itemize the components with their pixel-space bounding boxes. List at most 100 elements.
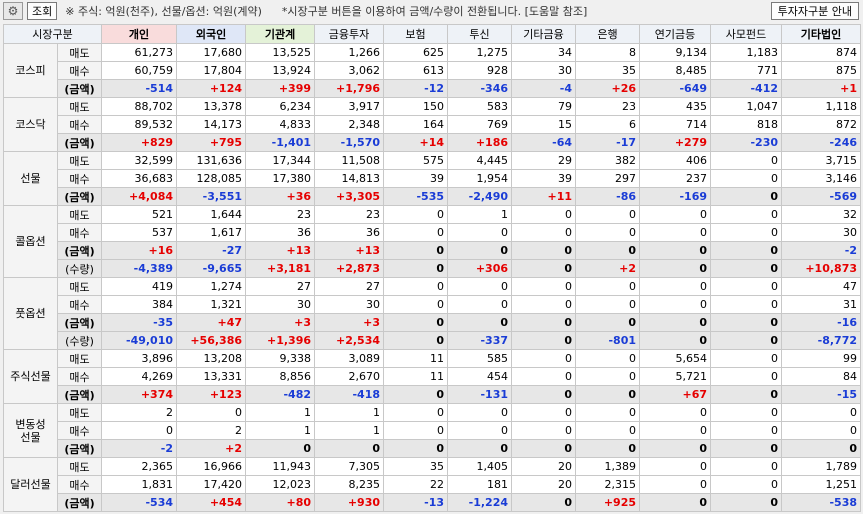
- value-cell: -13: [383, 493, 449, 512]
- table-row: 달러선물 매도 2,365 16,966 11,943 7,305 35 1,405 20 1,3…: [3, 457, 862, 512]
- value-cell: 8,485: [639, 61, 712, 80]
- column-header-bank[interactable]: 은행: [575, 24, 641, 44]
- value-cell: 625: [383, 43, 449, 62]
- value-cell: 0: [710, 385, 783, 404]
- value-cell: 0: [781, 439, 862, 458]
- value-cell: 0: [511, 295, 577, 314]
- value-cell: 613: [383, 61, 449, 80]
- value-cell: -17: [575, 133, 641, 152]
- value-cell: 16,966: [176, 457, 247, 476]
- value-cell: +279: [639, 133, 712, 152]
- market-category-cell[interactable]: 달러선물: [3, 457, 58, 512]
- row-kind-label: 매수: [56, 223, 103, 242]
- value-cell: 0: [447, 403, 513, 422]
- value-cell: 13,378: [176, 97, 247, 116]
- column-header-financial-invest[interactable]: 금융투자: [314, 24, 385, 44]
- table-row: (금액) +16 -27 +13 +13 0 0 0 0 0 0 -2: [4, 241, 862, 260]
- market-category-cell[interactable]: 주식선물: [3, 349, 58, 404]
- value-cell: 15: [511, 115, 577, 134]
- query-button[interactable]: 조회: [27, 2, 58, 20]
- value-cell: 11: [383, 349, 449, 368]
- column-header-trust[interactable]: 투신: [447, 24, 513, 44]
- value-cell: 0: [383, 223, 449, 242]
- value-cell: +795: [176, 133, 247, 152]
- value-cell: +13: [245, 241, 316, 260]
- value-cell: 0: [639, 259, 712, 278]
- column-header-individual[interactable]: 개인: [101, 24, 178, 44]
- table-row: 코스닥 매도 88,702 13,378 6,234 3,917 150 583 79 23 435…: [3, 97, 862, 152]
- value-cell: -12: [383, 79, 449, 98]
- value-cell: +3,181: [245, 259, 316, 278]
- market-category-cell[interactable]: 선물: [3, 151, 58, 206]
- value-cell: 13,208: [176, 349, 247, 368]
- market-category-cell[interactable]: 풋옵션: [3, 277, 58, 350]
- value-cell: -8,772: [781, 331, 862, 350]
- value-cell: 60,759: [101, 61, 178, 80]
- value-cell: 36,683: [101, 169, 178, 188]
- value-cell: 0: [575, 421, 641, 440]
- column-header-insurance[interactable]: 보험: [383, 24, 449, 44]
- value-cell: 0: [781, 421, 862, 440]
- value-cell: 2,315: [575, 475, 641, 494]
- value-cell: -2: [781, 241, 862, 260]
- value-cell: 8: [575, 43, 641, 62]
- column-header-pension[interactable]: 연기금등: [639, 24, 712, 44]
- row-kind-label: 매도: [56, 151, 103, 170]
- value-cell: 0: [639, 439, 712, 458]
- value-cell: 13,331: [176, 367, 247, 386]
- value-cell: 1,389: [575, 457, 641, 476]
- market-category-cell[interactable]: 콜옵션: [3, 205, 58, 278]
- gear-icon[interactable]: ⚙: [3, 2, 23, 20]
- value-cell: 11,508: [314, 151, 385, 170]
- value-cell: 0: [575, 313, 641, 332]
- value-cell: -649: [639, 79, 712, 98]
- investor-guide-button[interactable]: 투자자구분 안내: [770, 2, 859, 20]
- value-cell: 0: [710, 151, 783, 170]
- value-cell: +16: [101, 241, 178, 260]
- value-cell: 0: [511, 277, 577, 296]
- value-cell: 0: [575, 295, 641, 314]
- value-cell: -569: [781, 187, 862, 206]
- value-cell: -9,665: [176, 259, 247, 278]
- column-header-institution[interactable]: 기관계: [245, 24, 316, 44]
- value-cell: 128,085: [176, 169, 247, 188]
- value-cell: +930: [314, 493, 385, 512]
- column-header-market[interactable]: 시장구분: [2, 24, 103, 44]
- row-kind-label: (금액): [56, 439, 103, 458]
- table-row: 변동성 선물 매도 2 0 1 1 0 0 0 0 0 0 0: [3, 403, 862, 458]
- value-cell: +454: [176, 493, 247, 512]
- value-cell: -1,570: [314, 133, 385, 152]
- column-header-private-fund[interactable]: 사모펀드: [710, 24, 783, 44]
- table-row: 매수 4,269 13,331 8,856 2,670 11 454 0 0 5,721 0 84: [4, 367, 862, 386]
- value-cell: 5,721: [639, 367, 712, 386]
- value-cell: 1,251: [781, 475, 862, 494]
- value-cell: 30: [781, 223, 862, 242]
- value-cell: 0: [511, 385, 577, 404]
- value-cell: 23: [245, 205, 316, 224]
- value-cell: +1,396: [245, 331, 316, 350]
- value-cell: 39: [511, 169, 577, 188]
- table-row: (수량) -49,010 +56,386 +1,396 +2,534 0 -337 0 -801…: [4, 331, 862, 350]
- value-cell: 0: [710, 475, 783, 494]
- unit-note: ※ 주식: 억원(천주), 선물/옵션: 억원(계약): [65, 5, 262, 18]
- value-cell: 3,089: [314, 349, 385, 368]
- value-cell: 2: [176, 421, 247, 440]
- value-cell: 3,715: [781, 151, 862, 170]
- column-header-other-finance[interactable]: 기타금융: [511, 24, 577, 44]
- value-cell: +399: [245, 79, 316, 98]
- header-row: 시장구분 개인 외국인 기관계 금융투자 보험 투신 기타금융 은행 연기금등 …: [2, 24, 862, 44]
- value-cell: 23: [314, 205, 385, 224]
- value-cell: 22: [383, 475, 449, 494]
- market-category-cell[interactable]: 변동성 선물: [3, 403, 58, 458]
- value-cell: 35: [575, 61, 641, 80]
- market-category-cell[interactable]: 코스닥: [3, 97, 58, 152]
- value-cell: -412: [710, 79, 783, 98]
- column-header-other-corp[interactable]: 기타법인: [781, 24, 862, 44]
- value-cell: 1,274: [176, 277, 247, 296]
- value-cell: 769: [447, 115, 513, 134]
- value-cell: 1,118: [781, 97, 862, 116]
- value-cell: 3,062: [314, 61, 385, 80]
- table-row: 매수 60,759 17,804 13,924 3,062 613 928 30 35 8,485…: [4, 61, 862, 80]
- market-category-cell[interactable]: 코스피: [3, 43, 58, 98]
- column-header-foreign[interactable]: 외국인: [176, 24, 247, 44]
